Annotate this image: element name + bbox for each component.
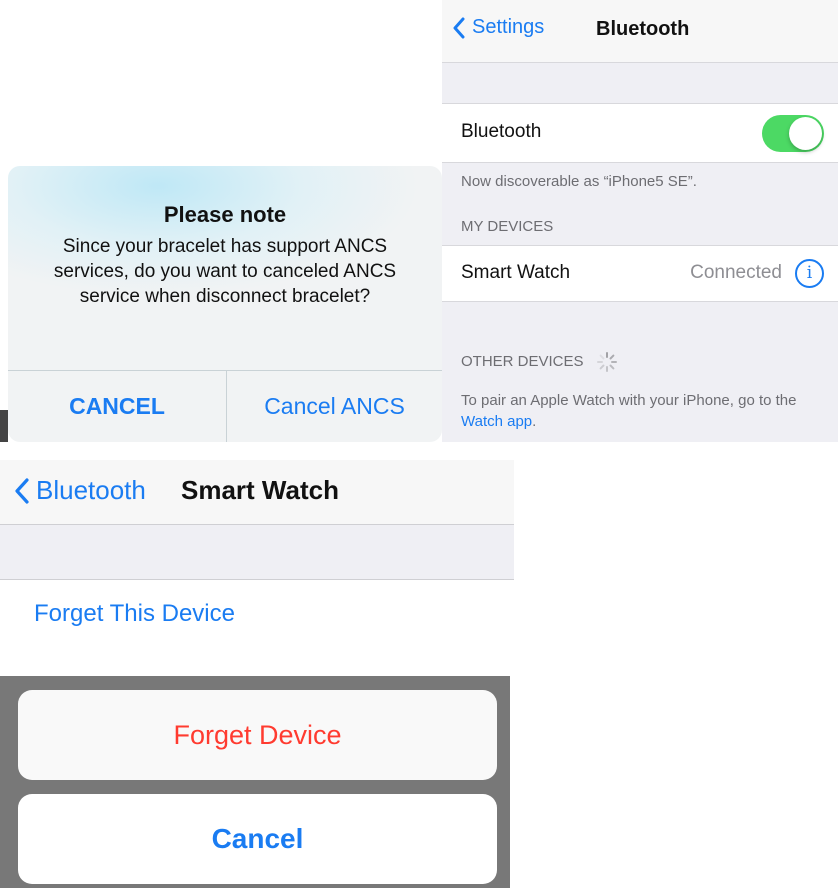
chevron-left-icon: [453, 17, 465, 38]
other-devices-header: OTHER DEVICES: [461, 351, 618, 373]
alert-cancel-button[interactable]: CANCEL: [8, 371, 226, 442]
other-devices-label: OTHER DEVICES: [461, 352, 584, 370]
chevron-left-icon: [15, 477, 29, 504]
my-devices-header: MY DEVICES: [461, 218, 554, 235]
back-label: Bluetooth: [36, 475, 146, 505]
forget-this-device-button[interactable]: Forget This Device: [0, 580, 514, 650]
toggle-knob: [789, 117, 822, 150]
pair-text-end: .: [532, 413, 537, 430]
smart-watch-screen: Bluetooth Smart Watch Forget This Device: [0, 460, 514, 650]
spinner-icon: [596, 352, 617, 372]
pair-text: To pair an Apple Watch with your iPhone,…: [461, 392, 797, 409]
forget-device-action-sheet: Forget Device Cancel: [0, 676, 510, 888]
forget-this-device-label: Forget This Device: [34, 600, 235, 627]
bluetooth-toggle[interactable]: [762, 115, 824, 152]
bluetooth-toggle-row: Bluetooth: [442, 103, 838, 163]
settings-back-button[interactable]: Settings: [452, 16, 544, 39]
device-name: Smart Watch: [461, 262, 571, 283]
bluetooth-label: Bluetooth: [461, 121, 542, 142]
smart-watch-nav-bar: Bluetooth Smart Watch: [0, 460, 514, 525]
watch-app-link[interactable]: Watch app: [461, 413, 532, 430]
discoverable-text: Now discoverable as “iPhone5 SE”.: [461, 173, 697, 190]
device-status: Connected: [690, 262, 782, 283]
forget-device-button[interactable]: Forget Device: [18, 690, 497, 780]
bluetooth-settings-screen: Settings Bluetooth Bluetooth Now discove…: [442, 0, 838, 442]
action-sheet-cancel-button[interactable]: Cancel: [18, 794, 497, 884]
alert-shadow-band: [0, 410, 8, 442]
cancel-ancs-button[interactable]: Cancel ANCS: [227, 371, 442, 442]
device-row-smart-watch[interactable]: Smart Watch Connected i: [442, 245, 838, 302]
back-label: Settings: [472, 16, 545, 38]
section-spacer: [0, 525, 514, 580]
alert-message: Since your bracelet has support ANCS ser…: [53, 236, 397, 307]
bluetooth-back-button[interactable]: Bluetooth: [14, 475, 146, 506]
please-note-alert: Please note Since your bracelet has supp…: [8, 166, 442, 442]
info-icon[interactable]: i: [795, 259, 824, 288]
alert-title: Please note: [163, 202, 287, 227]
bluetooth-nav-bar: Settings Bluetooth: [442, 0, 838, 63]
page-title: Bluetooth: [596, 18, 690, 40]
pair-apple-watch-text: To pair an Apple Watch with your iPhone,…: [461, 390, 831, 432]
page-title: Smart Watch: [181, 475, 339, 505]
